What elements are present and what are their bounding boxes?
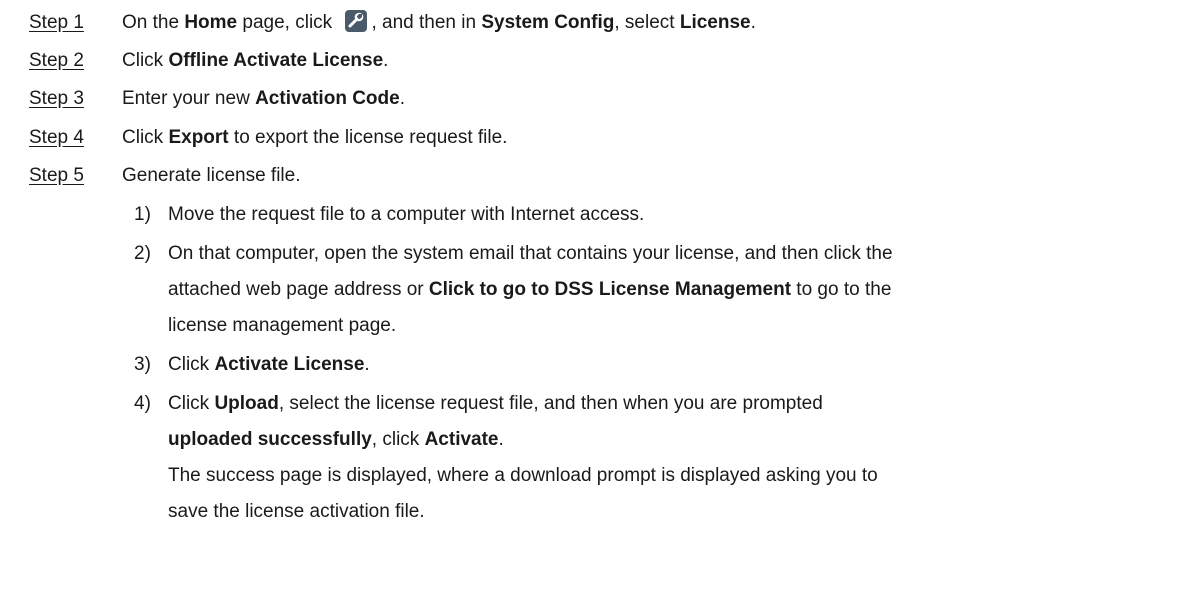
substep-text: license management page. [168,315,397,336]
step-text: Generate license file. [122,165,301,186]
step-text: Enter your new Activation Code. [122,88,405,109]
substep-number: 2) [134,243,151,264]
step-text: Click Offline Activate License. [122,50,389,71]
result-text: The success page is displayed, where a d… [168,465,878,486]
step-label: Step 1 [29,12,84,33]
document-page: Step 1 On the Home page, click , and the… [0,0,1184,596]
substep-number: 3) [134,354,151,375]
result-text: save the license activation file. [168,501,425,522]
substep-number: 4) [134,393,151,414]
step-text: Click Export to export the license reque… [122,127,508,148]
substep-text: Click Upload, select the license request… [168,393,823,414]
settings-tool-icon [345,10,368,32]
step-label: Step 3 [29,88,84,109]
step-label: Step 2 [29,50,84,71]
step-label: Step 4 [29,127,84,148]
step-text: On the Home page, click , and then in Sy… [122,10,756,33]
substep-text: Click Activate License. [168,354,370,375]
substep-number: 1) [134,204,151,225]
substep-text: Move the request file to a computer with… [168,204,645,225]
substep-text: On that computer, open the system email … [168,243,893,264]
step-label: Step 5 [29,165,84,186]
substep-text: attached web page address or Click to go… [168,279,892,300]
substep-text: uploaded successfully, click Activate. [168,429,504,450]
